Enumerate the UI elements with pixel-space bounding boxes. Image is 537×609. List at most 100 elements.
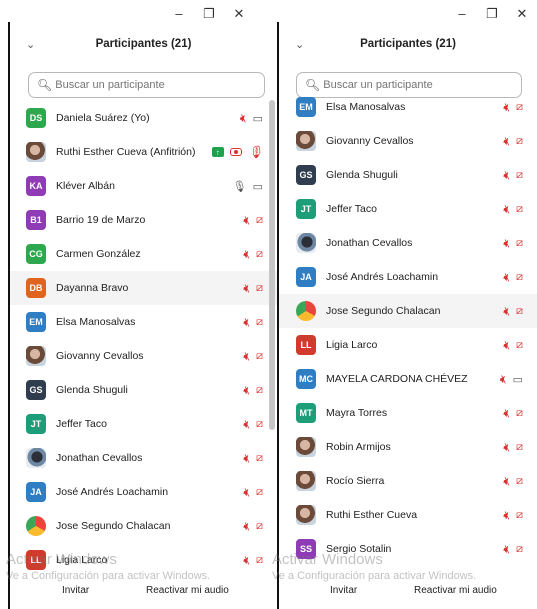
participant-row[interactable]: Robin Armijos 🔇︎ ⧄ [279, 430, 537, 464]
camera-off-icon[interactable]: ⧄ [256, 248, 263, 261]
camera-off-icon[interactable]: ⧄ [516, 407, 523, 420]
participant-row[interactable]: JT Jeffer Taco 🔇︎ ⧄ [279, 192, 537, 226]
mic-muted-icon[interactable]: 🔇︎ [242, 417, 250, 432]
invite-button[interactable]: Invitar [62, 585, 89, 596]
participant-row[interactable]: LL Ligia Larco 🔇︎ ⧄ [10, 543, 277, 577]
mic-muted-icon[interactable]: 🔇︎ [242, 519, 250, 534]
camera-off-icon[interactable]: ⧄ [516, 305, 523, 318]
mic-muted-icon[interactable]: 🔇︎ [242, 349, 250, 364]
camera-off-icon[interactable]: ⧄ [516, 135, 523, 148]
mic-muted-icon[interactable]: 🔇︎ [502, 100, 510, 115]
participant-row[interactable]: Rocío Sierra 🔇︎ ⧄ [279, 464, 537, 498]
close-button[interactable]: ✕ [224, 6, 254, 26]
search-box[interactable]: 🔍︎ [28, 72, 265, 98]
camera-icon[interactable]: ▭ [253, 180, 263, 193]
mic-muted-icon[interactable]: 🔇︎ [242, 213, 250, 228]
camera-off-icon[interactable]: ⧄ [516, 169, 523, 182]
mic-muted-icon[interactable]: 🔇︎ [502, 440, 510, 455]
maximize-button[interactable]: ❐ [477, 6, 507, 26]
mic-muted-icon[interactable]: 🔇︎ [502, 542, 510, 557]
camera-off-icon[interactable]: ⧄ [516, 509, 523, 522]
participant-row[interactable]: GS Glenda Shuguli 🔇︎ ⧄ [279, 158, 537, 192]
mic-muted-icon[interactable]: 🔇︎ [502, 508, 510, 523]
participant-row[interactable]: JA José Andrés Loachamin 🔇︎ ⧄ [279, 260, 537, 294]
close-button[interactable]: ✕ [507, 6, 537, 26]
participant-row[interactable]: GS Glenda Shuguli 🔇︎ ⧄ [10, 373, 277, 407]
participant-row[interactable]: SS Sergio Sotalin 🔇︎ ⧄ [279, 532, 537, 566]
mic-muted-icon[interactable]: 🔇︎ [502, 474, 510, 489]
camera-off-icon[interactable]: ⧄ [256, 452, 263, 465]
participant-row[interactable]: Jonathan Cevallos 🔇︎ ⧄ [10, 441, 277, 475]
camera-off-icon[interactable]: ⧄ [516, 101, 523, 114]
camera-off-icon[interactable]: ⧄ [516, 271, 523, 284]
mic-muted-icon[interactable]: 🔇︎ [502, 236, 510, 251]
camera-off-icon[interactable]: ⧄ [516, 475, 523, 488]
participant-row[interactable]: B1 Barrio 19 de Marzo 🔇︎ ⧄ [10, 203, 277, 237]
camera-off-icon[interactable]: ⧄ [256, 214, 263, 227]
camera-off-icon[interactable]: ⧄ [256, 418, 263, 431]
mic-muted-icon[interactable]: 🔇︎ [502, 270, 510, 285]
camera-off-icon[interactable]: ⧄ [256, 486, 263, 499]
mic-muted-icon[interactable]: 🔇︎ [502, 406, 510, 421]
camera-off-icon[interactable]: ⧄ [256, 520, 263, 533]
unmute-button[interactable]: Reactivar mi audio [146, 585, 229, 596]
participant-row[interactable]: EM Elsa Manosalvas 🔇︎ ⧄ [279, 90, 537, 124]
participant-row[interactable]: EM Elsa Manosalvas 🔇︎ ⧄ [10, 305, 277, 339]
participant-row[interactable]: Giovanny Cevallos 🔇︎ ⧄ [279, 124, 537, 158]
mic-muted-icon[interactable]: 🔇︎ [502, 134, 510, 149]
mic-muted-icon[interactable]: 🔇︎ [502, 304, 510, 319]
participant-row[interactable]: MC MAYELA CARDONA CHÉVEZ 🔇︎ ▭ [279, 362, 537, 396]
minimize-button[interactable]: – [447, 6, 477, 26]
participant-row[interactable]: DB Dayanna Bravo 🔇︎ ⧄ [10, 271, 277, 305]
participant-row[interactable]: JA José Andrés Loachamin 🔇︎ ⧄ [10, 475, 277, 509]
participant-status-icons: 🔇︎ ⧄ [242, 247, 263, 262]
mic-muted-icon[interactable]: 🔇︎ [239, 111, 247, 126]
participant-row[interactable]: Jonathan Cevallos 🔇︎ ⧄ [279, 226, 537, 260]
participant-row[interactable]: Ruthi Esther Cueva (Anfitrión) ↑ 🎙︎ [10, 135, 277, 169]
camera-off-icon[interactable]: ⧄ [516, 441, 523, 454]
participant-name: Jeffer Taco [326, 203, 377, 215]
mic-muted-icon[interactable]: 🎙︎ [248, 145, 263, 159]
participant-status-icons: 🔇︎ ⧄ [502, 304, 523, 319]
camera-off-icon[interactable]: ⧄ [256, 554, 263, 567]
camera-off-icon[interactable]: ⧄ [256, 316, 263, 329]
participant-row[interactable]: LL Ligia Larco 🔇︎ ⧄ [279, 328, 537, 362]
mic-muted-icon[interactable]: 🔇︎ [242, 485, 250, 500]
camera-off-icon[interactable]: ⧄ [256, 384, 263, 397]
camera-off-icon[interactable]: ⧄ [516, 237, 523, 250]
maximize-button[interactable]: ❐ [194, 6, 224, 26]
camera-off-icon[interactable]: ⧄ [256, 350, 263, 363]
participant-row[interactable]: JT Jeffer Taco 🔇︎ ⧄ [10, 407, 277, 441]
participant-row[interactable]: CG Carmen González 🔇︎ ⧄ [10, 237, 277, 271]
camera-off-icon[interactable]: ⧄ [256, 282, 263, 295]
mic-muted-icon[interactable]: 🔇︎ [242, 315, 250, 330]
mic-muted-icon[interactable]: 🔇︎ [242, 383, 250, 398]
mic-muted-icon[interactable]: 🔇︎ [499, 372, 507, 387]
camera-off-icon[interactable]: ⧄ [516, 203, 523, 216]
participant-row[interactable]: MT Mayra Torres 🔇︎ ⧄ [279, 396, 537, 430]
participant-row[interactable]: Giovanny Cevallos 🔇︎ ⧄ [10, 339, 277, 373]
mic-muted-icon[interactable]: 🔇︎ [242, 247, 250, 262]
unmute-button[interactable]: Reactivar mi audio [414, 585, 497, 596]
participant-row[interactable]: Jose Segundo Chalacan 🔇︎ ⧄ [10, 509, 277, 543]
mic-muted-icon[interactable]: 🔇︎ [502, 202, 510, 217]
camera-icon[interactable]: ▭ [253, 112, 263, 125]
mic-muted-icon[interactable]: 🔇︎ [242, 553, 250, 568]
mic-icon[interactable]: 🎙︎ [233, 180, 247, 193]
participant-row[interactable]: DS Daniela Suárez (Yo) 🔇︎ ▭ [10, 101, 277, 135]
participant-row[interactable]: Jose Segundo Chalacan 🔇︎ ⧄ [279, 294, 537, 328]
camera-off-icon[interactable]: ⧄ [516, 543, 523, 556]
mic-muted-icon[interactable]: 🔇︎ [242, 451, 250, 466]
mic-muted-icon[interactable]: 🔇︎ [242, 281, 250, 296]
mic-muted-icon[interactable]: 🔇︎ [502, 168, 510, 183]
search-input[interactable] [55, 79, 256, 91]
participant-row[interactable]: KA Kléver Albán 🎙︎ ▭ [10, 169, 277, 203]
invite-button[interactable]: Invitar [330, 585, 357, 596]
scrollbar[interactable] [269, 100, 275, 430]
minimize-button[interactable]: – [164, 6, 194, 26]
camera-icon[interactable]: ▭ [513, 373, 523, 386]
participant-row[interactable]: Ruthi Esther Cueva 🔇︎ ⧄ [279, 498, 537, 532]
mic-muted-icon[interactable]: 🔇︎ [502, 338, 510, 353]
avatar: JT [296, 199, 316, 219]
camera-off-icon[interactable]: ⧄ [516, 339, 523, 352]
